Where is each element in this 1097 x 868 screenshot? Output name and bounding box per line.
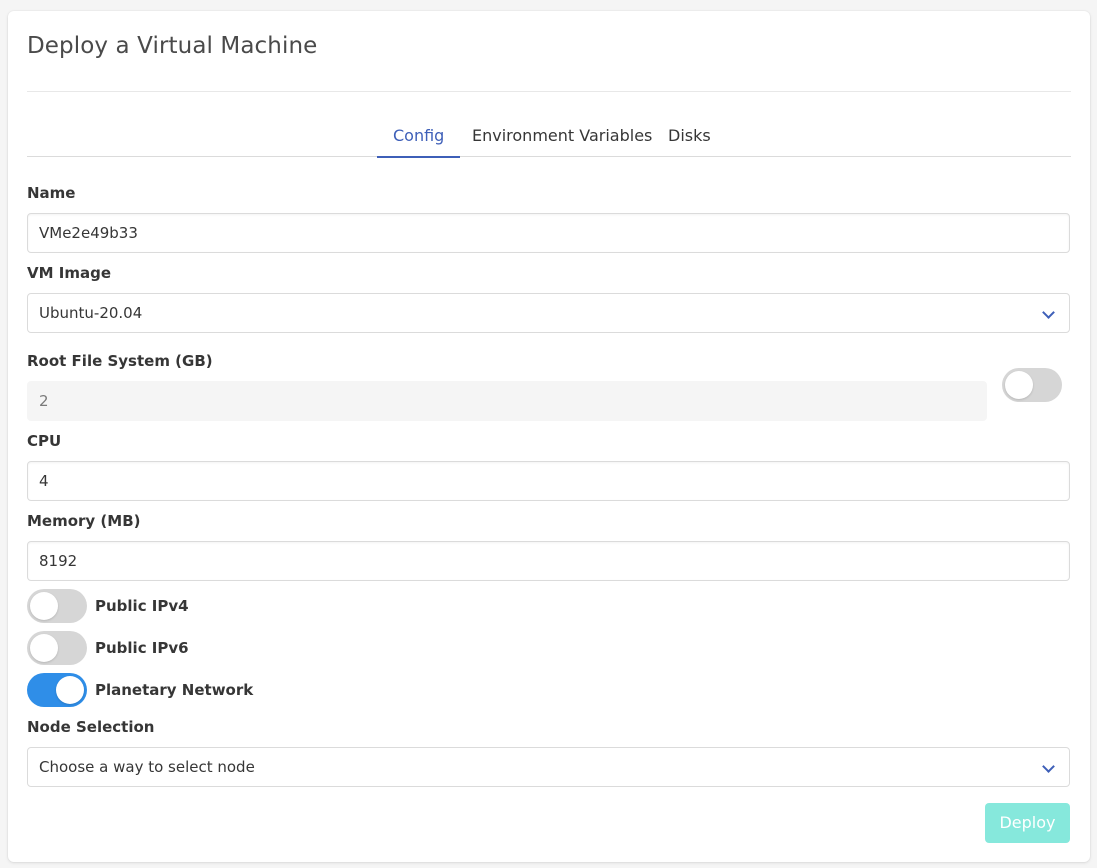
memory-label: Memory (MB) (27, 512, 141, 530)
node-selection-label: Node Selection (27, 718, 155, 736)
title-divider (27, 91, 1071, 92)
vm-image-select[interactable]: Ubuntu-20.04 (27, 293, 1070, 333)
planetary-network-label: Planetary Network (95, 681, 254, 699)
name-label: Name (27, 184, 76, 202)
node-selection-value: Choose a way to select node (39, 758, 255, 776)
node-selection-select[interactable]: Choose a way to select node (27, 747, 1070, 787)
public-ipv6-toggle[interactable] (27, 631, 87, 665)
planetary-network-toggle[interactable] (27, 673, 87, 707)
vm-image-value: Ubuntu-20.04 (39, 304, 143, 322)
public-ipv6-label: Public IPv6 (95, 639, 189, 657)
chevron-down-icon (1042, 760, 1055, 773)
cpu-input[interactable] (27, 461, 1070, 501)
deploy-button[interactable]: Deploy (985, 803, 1070, 843)
name-input[interactable] (27, 213, 1070, 253)
public-ipv4-label: Public IPv4 (95, 597, 189, 615)
root-fs-label: Root File System (GB) (27, 352, 213, 370)
root-fs-input (27, 381, 987, 421)
toggle-knob (30, 634, 58, 662)
tab-disks[interactable]: Disks (652, 125, 727, 157)
page-title: Deploy a Virtual Machine (27, 33, 318, 59)
tab-config[interactable]: Config (377, 125, 461, 158)
memory-input[interactable] (27, 541, 1070, 581)
vm-image-label: VM Image (27, 264, 112, 282)
public-ipv4-toggle[interactable] (27, 589, 87, 623)
toggle-knob (1005, 371, 1033, 399)
cpu-label: CPU (27, 432, 62, 450)
chevron-down-icon (1042, 306, 1055, 319)
toggle-knob (30, 592, 58, 620)
toggle-knob (56, 676, 84, 704)
deploy-vm-card: Deploy a Virtual Machine Config Environm… (8, 11, 1090, 862)
tab-environment-variables[interactable]: Environment Variables (456, 125, 668, 157)
tab-bar: Config Environment Variables Disks (27, 125, 1071, 158)
root-fs-custom-toggle[interactable] (1002, 368, 1062, 402)
